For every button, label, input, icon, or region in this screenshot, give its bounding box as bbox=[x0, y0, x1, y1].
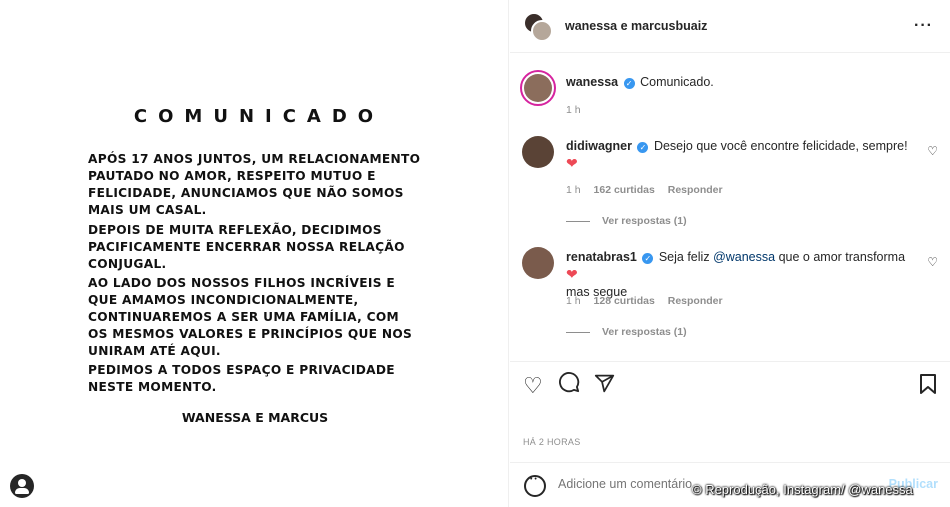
comment-time: 1 h bbox=[566, 295, 581, 307]
mention-link[interactable]: @wanessa bbox=[713, 250, 775, 264]
announcement-paragraph-4: PEDIMOS A TODOS ESPAÇO E PRIVACIDADE NES… bbox=[88, 363, 395, 394]
announcement-paragraph-3: AO LADO DOS NOSSOS FILHOS INCRÍVEIS E QU… bbox=[88, 276, 413, 358]
emoji-icon[interactable] bbox=[524, 475, 546, 497]
announcement-title: COMUNICADO bbox=[133, 106, 385, 127]
verified-icon: ✓ bbox=[623, 78, 635, 89]
avatar[interactable] bbox=[531, 20, 553, 42]
announcement-signature: WANESSA E MARCUS bbox=[181, 410, 329, 425]
view-replies-button[interactable]: Ver respostas (1) bbox=[566, 215, 687, 227]
photo-credit: © Reprodução, Instagram/ @wanessa bbox=[692, 482, 913, 497]
post-authors[interactable]: wanessa e marcusbuaiz bbox=[565, 19, 707, 33]
comment-likes[interactable]: 128 curtidas bbox=[594, 295, 655, 307]
heart-emoji: ❤ bbox=[566, 155, 578, 171]
post-side-panel: wanessa e marcusbuaiz ··· wanessa ✓ Comu… bbox=[510, 0, 950, 507]
comment-bubble-icon[interactable] bbox=[558, 371, 580, 399]
comment-username[interactable]: didiwagner bbox=[566, 139, 632, 153]
comment-likes[interactable]: 162 curtidas bbox=[594, 184, 655, 196]
comment-text: Desejo que você encontre felicidade, sem… bbox=[653, 139, 908, 153]
comment-username[interactable]: renatabras1 bbox=[566, 250, 637, 264]
reply-button[interactable]: Responder bbox=[668, 295, 723, 307]
verified-icon: ✓ bbox=[642, 253, 654, 264]
announcement-paragraph-2: DEPOIS DE MUITA REFLEXÃO, DECIDIMOS PACI… bbox=[88, 223, 405, 271]
share-paper-plane-icon[interactable] bbox=[594, 373, 615, 400]
reply-button[interactable]: Responder bbox=[668, 184, 723, 196]
caption-username[interactable]: wanessa bbox=[566, 75, 618, 89]
comment-text: Seja feliz bbox=[658, 250, 710, 264]
caption-text: Comunicado. bbox=[640, 75, 714, 89]
more-horizontal-icon[interactable]: ··· bbox=[914, 17, 933, 35]
announcement-paragraph-1: APÓS 17 ANOS JUNTOS, UM RELACIONAMENTO P… bbox=[88, 152, 421, 217]
heart-icon[interactable]: ♡ bbox=[927, 255, 938, 269]
view-replies-button[interactable]: Ver respostas (1) bbox=[566, 326, 687, 338]
post-header: wanessa e marcusbuaiz ··· bbox=[510, 0, 950, 53]
tagged-user-icon[interactable] bbox=[10, 474, 34, 498]
post-time: HÁ 2 HORAS bbox=[523, 437, 581, 447]
post-image: COMUNICADO APÓS 17 ANOS JUNTOS, UM RELAC… bbox=[0, 0, 509, 507]
caption-time: 1 h bbox=[566, 104, 581, 116]
avatar[interactable] bbox=[522, 136, 554, 168]
avatar[interactable] bbox=[520, 70, 556, 106]
like-heart-icon[interactable]: ♡ bbox=[523, 373, 543, 399]
comment-time: 1 h bbox=[566, 184, 581, 196]
avatar[interactable] bbox=[522, 247, 554, 279]
heart-emoji: ❤ bbox=[566, 266, 578, 282]
bookmark-icon[interactable] bbox=[919, 374, 937, 400]
heart-icon[interactable]: ♡ bbox=[927, 144, 938, 158]
verified-icon: ✓ bbox=[637, 142, 649, 153]
action-bar: ♡ bbox=[510, 361, 950, 409]
